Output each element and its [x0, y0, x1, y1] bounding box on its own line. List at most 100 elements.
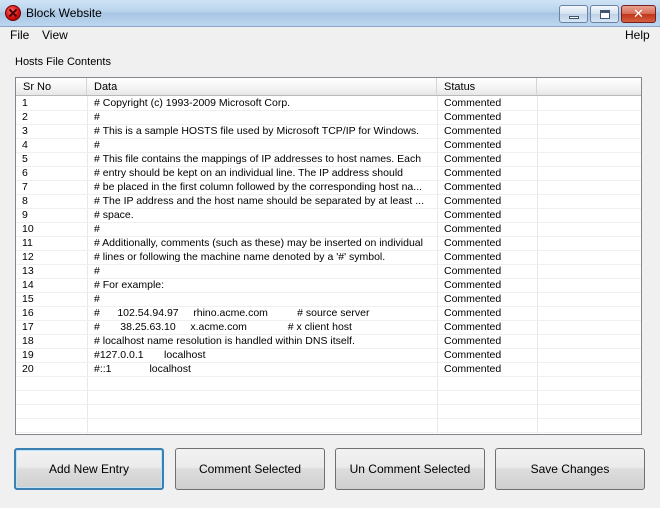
row-data: # 38.25.63.10 x.acme.com # x client host [94, 321, 352, 333]
table-row[interactable]: 10 # Commented [16, 223, 641, 237]
row-status: Commented [444, 349, 502, 361]
row-data: # [94, 223, 100, 235]
row-status: Commented [444, 111, 502, 123]
row-data: # [94, 111, 100, 123]
row-data [94, 391, 434, 405]
table-row[interactable]: 12 # lines or following the machine name … [16, 251, 641, 265]
table-row[interactable]: 19 #127.0.0.1 localhost Commented [16, 349, 641, 363]
row-status: Commented [444, 167, 502, 179]
table-row[interactable] [16, 377, 641, 391]
row-data: # The IP address and the host name shoul… [94, 195, 424, 207]
row-srno: 16 [22, 307, 34, 319]
table-row[interactable] [16, 419, 641, 433]
row-data: #127.0.0.1 localhost [94, 349, 206, 361]
add-new-entry-button[interactable]: Add New Entry [14, 448, 164, 490]
row-srno: 8 [22, 195, 28, 207]
row-srno: 5 [22, 153, 28, 165]
row-data: # be placed in the first column followed… [94, 181, 423, 193]
row-status: Commented [444, 335, 502, 347]
menu-view[interactable]: View [42, 28, 68, 42]
row-data: # Copyright (c) 1993-2009 Microsoft Corp… [94, 97, 291, 109]
close-button[interactable]: ✕ [621, 5, 656, 23]
row-data: # entry should be kept on an individual … [94, 167, 403, 179]
row-data: # This is a sample HOSTS file used by Mi… [94, 125, 420, 137]
maximize-icon [599, 9, 610, 19]
table-row[interactable]: 6 # entry should be kept on an individual… [16, 167, 641, 181]
row-status: Commented [444, 195, 502, 207]
row-srno: 15 [22, 293, 34, 305]
row-data: # space. [94, 209, 134, 221]
row-data: # 102.54.94.97 rhino.acme.com # source s… [94, 307, 370, 319]
row-srno: 4 [22, 139, 28, 151]
row-srno: 9 [22, 209, 28, 221]
menu-help[interactable]: Help [625, 28, 650, 42]
uncomment-selected-button[interactable]: Un Comment Selected [335, 448, 485, 490]
table-row[interactable]: 3 # This is a sample HOSTS file used by M… [16, 125, 641, 139]
table-row[interactable]: 11 # Additionally, comments (such as thes… [16, 237, 641, 251]
comment-selected-button[interactable]: Comment Selected [175, 448, 325, 490]
table-row[interactable] [16, 391, 641, 405]
row-srno: 12 [22, 251, 34, 263]
row-status: Commented [444, 223, 502, 235]
row-data: # [94, 139, 100, 151]
row-status: Commented [444, 293, 502, 305]
row-data [94, 419, 434, 433]
title-bar[interactable]: Block Website ✕ [0, 0, 660, 27]
table-row[interactable]: 8 # The IP address and the host name shou… [16, 195, 641, 209]
table-row[interactable]: 7 # be placed in the first column followe… [16, 181, 641, 195]
row-status: Commented [444, 97, 502, 109]
row-srno: 11 [22, 237, 33, 249]
table-row[interactable] [16, 405, 641, 419]
row-srno: 17 [22, 321, 34, 333]
menu-file[interactable]: File [10, 28, 29, 42]
row-srno: 20 [22, 363, 34, 375]
row-srno [22, 419, 84, 433]
table-row[interactable]: 16 # 102.54.94.97 rhino.acme.com # source… [16, 307, 641, 321]
table-row[interactable]: 17 # 38.25.63.10 x.acme.com # x client ho… [16, 321, 641, 335]
save-changes-button[interactable]: Save Changes [495, 448, 645, 490]
table-row[interactable]: 2 # Commented [16, 111, 641, 125]
row-status: Commented [444, 251, 502, 263]
row-srno [22, 391, 84, 405]
table-row[interactable]: 14 # For example: Commented [16, 279, 641, 293]
row-srno: 13 [22, 265, 34, 277]
column-header-status[interactable]: Status [437, 78, 537, 95]
maximize-button[interactable] [590, 5, 619, 23]
row-data: # [94, 293, 100, 305]
column-header-empty[interactable] [537, 78, 641, 95]
minimize-button[interactable] [559, 5, 588, 23]
table-row[interactable]: 20 #::1 localhost Commented [16, 363, 641, 377]
row-srno: 10 [22, 223, 34, 235]
row-srno: 1 [22, 97, 28, 109]
row-status: Commented [444, 363, 502, 375]
row-srno: 2 [22, 111, 28, 123]
row-srno: 14 [22, 279, 34, 291]
hosts-list-view[interactable]: Sr No Data Status 1 # Copyright (c) 1993-… [15, 77, 642, 435]
row-status [444, 419, 534, 433]
hosts-file-label: Hosts File Contents [15, 56, 111, 68]
row-data: # For example: [94, 279, 165, 291]
table-row[interactable]: 18 # localhost name resolution is handled… [16, 335, 641, 349]
row-data: # localhost name resolution is handled w… [94, 335, 355, 347]
table-row[interactable]: 15 # Commented [16, 293, 641, 307]
row-srno: 6 [22, 167, 28, 179]
row-data: # This file contains the mappings of IP … [94, 153, 422, 165]
list-rows: 1 # Copyright (c) 1993-2009 Microsoft Cor… [16, 97, 641, 433]
row-srno: 19 [22, 349, 34, 361]
column-header-srno[interactable]: Sr No [16, 78, 87, 95]
table-row[interactable]: 5 # This file contains the mappings of IP… [16, 153, 641, 167]
row-srno [22, 405, 84, 419]
minimize-icon [568, 15, 579, 19]
table-row[interactable]: 4 # Commented [16, 139, 641, 153]
row-status: Commented [444, 153, 502, 165]
table-row[interactable]: 9 # space. Commented [16, 209, 641, 223]
row-status: Commented [444, 265, 502, 277]
table-row[interactable]: 1 # Copyright (c) 1993-2009 Microsoft Cor… [16, 97, 641, 111]
row-data: # Additionally, comments (such as these)… [94, 237, 423, 249]
row-data [94, 405, 434, 419]
row-status: Commented [444, 307, 502, 319]
table-row[interactable]: 13 # Commented [16, 265, 641, 279]
row-data: # lines or following the machine name de… [94, 251, 386, 263]
row-status [444, 405, 534, 419]
column-header-data[interactable]: Data [87, 78, 437, 95]
